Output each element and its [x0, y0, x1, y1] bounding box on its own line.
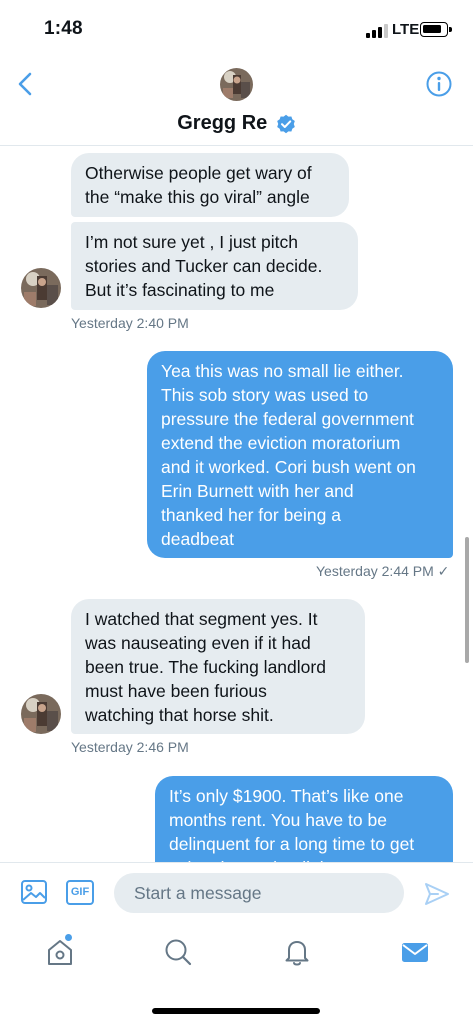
conversation-header: Gregg Re	[0, 58, 473, 146]
tab-bar	[0, 926, 473, 1024]
message-timestamp: Yesterday 2:40 PM	[71, 315, 189, 331]
status-bar: 1:48 LTE	[0, 0, 473, 58]
cellular-signal-icon	[366, 24, 388, 38]
verified-badge-icon	[276, 114, 295, 133]
bell-icon[interactable]	[281, 936, 313, 968]
message-composer: GIF	[0, 862, 473, 926]
send-icon[interactable]	[424, 881, 450, 907]
message-timestamp: Yesterday 2:44 PM ✓	[316, 563, 450, 579]
conversation-scrollbar[interactable]	[465, 537, 469, 663]
message-input[interactable]	[114, 873, 404, 913]
contact-avatar[interactable]	[21, 694, 61, 734]
info-icon[interactable]	[425, 70, 453, 98]
envelope-icon[interactable]	[399, 936, 431, 968]
message-bubble-incoming[interactable]: I’m not sure yet , I just pitch stories …	[71, 222, 358, 310]
message-bubble-incoming[interactable]: I watched that segment yes. It was nause…	[71, 599, 365, 734]
contact-avatar[interactable]	[220, 68, 253, 101]
message-timestamp: Yesterday 2:46 PM	[71, 739, 189, 755]
conversation-title[interactable]: Gregg Re	[0, 112, 473, 135]
notification-dot	[65, 934, 72, 941]
message-bubble-incoming[interactable]: Otherwise people get wary of the “make t…	[71, 153, 349, 217]
network-type: LTE	[392, 21, 420, 38]
home-indicator[interactable]	[152, 1008, 320, 1014]
status-time: 1:48	[44, 18, 83, 39]
contact-avatar[interactable]	[21, 268, 61, 308]
home-icon[interactable]	[44, 936, 76, 968]
image-icon[interactable]	[20, 878, 48, 906]
chevron-left-icon[interactable]	[12, 70, 40, 98]
contact-name: Gregg Re	[177, 112, 268, 134]
battery-icon	[420, 22, 452, 37]
gif-icon[interactable]: GIF	[66, 880, 94, 905]
message-bubble-outgoing[interactable]: Yea this was no small lie either. This s…	[147, 351, 453, 558]
search-icon[interactable]	[162, 936, 194, 968]
